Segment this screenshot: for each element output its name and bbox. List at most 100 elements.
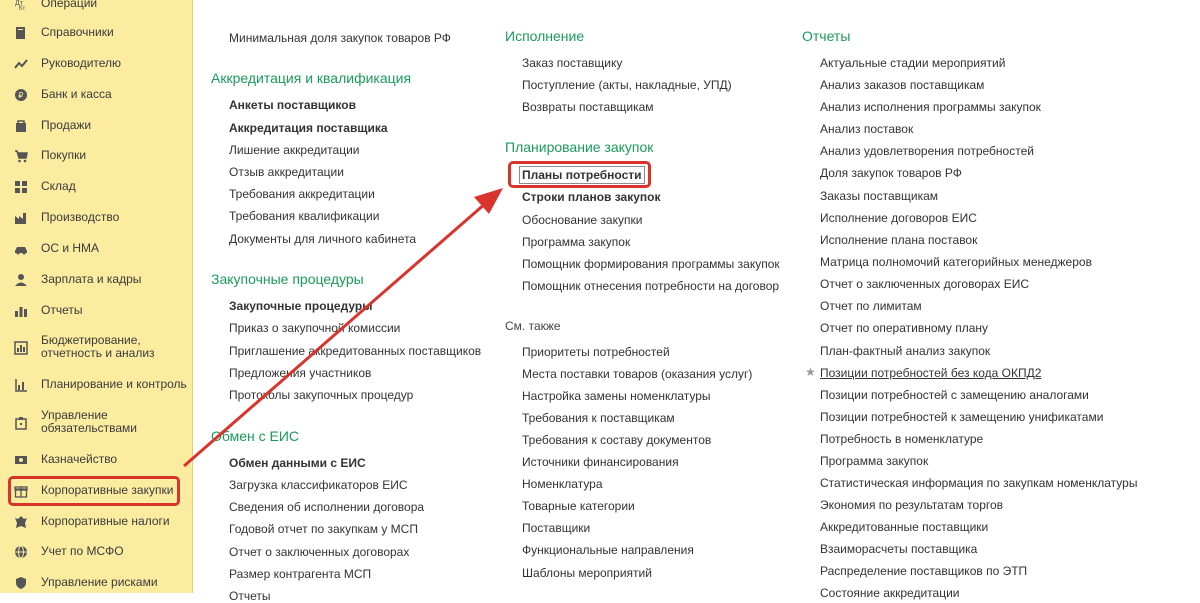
link-demand-priorities[interactable]: Приоритеты потребностей	[522, 345, 670, 359]
report-link[interactable]: Состояние аккредитации	[820, 586, 960, 600]
sidebar-item-operations[interactable]: Дт Кт Операции	[0, 0, 192, 11]
favorite-star-icon[interactable]: ★	[805, 365, 816, 379]
link-accreditation-deprivation[interactable]: Лишение аккредитации	[229, 143, 360, 157]
link-receipts[interactable]: Поступление (акты, накладные, УПД)	[522, 78, 732, 92]
link-product-categories[interactable]: Товарные категории	[522, 499, 635, 513]
report-link[interactable]: Анализ поставок	[820, 122, 913, 136]
link-accreditation-withdrawal[interactable]: Отзыв аккредитации	[229, 165, 344, 179]
sidebar-item-catalogs[interactable]: Справочники	[0, 26, 192, 40]
link-procedure-protocols[interactable]: Протоколы закупочных процедур	[229, 388, 413, 402]
link-participant-offers[interactable]: Предложения участников	[229, 366, 371, 380]
link-min-share-rf[interactable]: Минимальная доля закупок товаров РФ	[229, 31, 451, 45]
bar-chart-icon	[14, 304, 28, 318]
report-link[interactable]: Аккредитованные поставщики	[820, 520, 988, 534]
section-header-eis: Обмен с ЕИС	[211, 428, 300, 444]
link-reports-cut[interactable]: Отчеты	[229, 589, 270, 603]
sidebar-item-reports[interactable]: Отчеты	[0, 304, 192, 318]
report-link-favorite[interactable]: Позиции потребностей без кода ОКПД2	[820, 366, 1041, 380]
report-link[interactable]: Анализ удовлетворения потребностей	[820, 144, 1034, 158]
link-supplier-accreditation[interactable]: Аккредитация поставщика	[229, 121, 388, 135]
link-functional-areas[interactable]: Функциональные направления	[522, 543, 694, 557]
sidebar-item-purchases[interactable]: Покупки	[0, 149, 192, 163]
sidebar-item-label: Бюджетирование, отчетность и анализ	[41, 333, 155, 360]
link-program-wizard[interactable]: Помощник формирования программы закупок	[522, 257, 780, 271]
report-link[interactable]: Распределение поставщиков по ЭТП	[820, 564, 1027, 578]
sidebar-highlight-frame	[8, 476, 180, 506]
link-supplier-questionnaires[interactable]: Анкеты поставщиков	[229, 98, 356, 112]
link-document-requirements[interactable]: Требования к составу документов	[522, 433, 711, 447]
link-eis-classifiers[interactable]: Загрузка классификаторов ЕИС	[229, 478, 408, 492]
link-procurement-procedures[interactable]: Закупочные процедуры	[229, 299, 372, 313]
report-link[interactable]: Программа закупок	[820, 454, 928, 468]
link-purchase-program[interactable]: Программа закупок	[522, 235, 630, 249]
link-funding-sources[interactable]: Источники финансирования	[522, 455, 679, 469]
sidebar-item-production[interactable]: Производство	[0, 211, 192, 225]
sidebar-item-treasury[interactable]: Казначейство	[0, 453, 192, 467]
section-header-see-also: См. также	[505, 319, 561, 333]
report-link[interactable]: Матрица полномочий категорийных менеджер…	[820, 255, 1092, 269]
link-suppliers[interactable]: Поставщики	[522, 521, 590, 535]
globe-icon	[14, 545, 28, 559]
link-invite-accredited[interactable]: Приглашение аккредитованных поставщиков	[229, 344, 481, 358]
link-demand-contract-wizard[interactable]: Помощник отнесения потребности на догово…	[522, 279, 779, 293]
report-link[interactable]: Позиции потребностей с замещению аналога…	[820, 388, 1089, 402]
link-contract-execution[interactable]: Сведения об исполнении договора	[229, 500, 424, 514]
link-purchase-justification[interactable]: Обоснование закупки	[522, 213, 642, 227]
report-link[interactable]: Взаиморасчеты поставщика	[820, 542, 977, 556]
report-link[interactable]: Экономия по результатам торгов	[820, 498, 1003, 512]
sidebar-item-payroll[interactable]: Зарплата и кадры	[0, 273, 192, 287]
link-commission-order[interactable]: Приказ о закупочной комиссии	[229, 321, 400, 335]
link-delivery-places[interactable]: Места поставки товаров (оказания услуг)	[522, 367, 752, 381]
sidebar-item-manager[interactable]: Руководителю	[0, 57, 192, 71]
report-link[interactable]: Исполнение договоров ЕИС	[820, 211, 977, 225]
sidebar-item-label: Покупки	[41, 148, 87, 162]
shield-icon	[14, 576, 28, 590]
report-link[interactable]: Анализ заказов поставщикам	[820, 78, 984, 92]
sidebar-item-label: Руководителю	[41, 56, 122, 70]
link-plan-lines[interactable]: Строки планов закупок	[522, 190, 661, 204]
report-link[interactable]: Статистическая информация по закупкам но…	[820, 476, 1137, 490]
link-event-templates[interactable]: Шаблоны мероприятий	[522, 566, 652, 580]
sidebar-item-sales[interactable]: Продажи	[0, 119, 192, 133]
emblem-icon	[14, 515, 28, 529]
report-link[interactable]: Заказы поставщикам	[820, 189, 938, 203]
report-link[interactable]: Отчет по оперативному плану	[820, 321, 988, 335]
link-sme-size[interactable]: Размер контрагента МСП	[229, 567, 371, 581]
link-eis-exchange[interactable]: Обмен данными с ЕИС	[229, 456, 366, 470]
link-supplier-requirements[interactable]: Требования к поставщикам	[522, 411, 675, 425]
link-contracts-report[interactable]: Отчет о заключенных договорах	[229, 545, 409, 559]
sidebar-item-label: Планирование и контроль	[41, 377, 187, 391]
report-link[interactable]: Доля закупок товаров РФ	[820, 166, 962, 180]
sidebar-item-risk[interactable]: Управление рисками	[0, 576, 192, 590]
report-link[interactable]: Отчет по лимитам	[820, 299, 922, 313]
sidebar: Дт Кт Операции Справочники Руководителю ₽…	[0, 0, 193, 593]
sidebar-item-warehouse[interactable]: Склад	[0, 180, 192, 194]
sidebar-item-budgeting[interactable]: Бюджетирование, отчетность и анализ	[0, 334, 192, 360]
sidebar-item-label: ОС и НМА	[41, 241, 100, 255]
link-supplier-returns[interactable]: Возвраты поставщикам	[522, 100, 654, 114]
planning-icon	[14, 378, 28, 392]
sidebar-item-obligations[interactable]: Управление обязательствами	[0, 409, 192, 435]
sidebar-item-label: Производство	[41, 210, 120, 224]
link-qualification-requirements[interactable]: Требования квалификации	[229, 209, 379, 223]
link-nomenclature[interactable]: Номенклатура	[522, 477, 603, 491]
sidebar-item-fixed-assets[interactable]: ОС и НМА	[0, 242, 192, 256]
report-link[interactable]: Исполнение плана поставок	[820, 233, 977, 247]
report-link[interactable]: Отчет о заключенных договорах ЕИС	[820, 277, 1029, 291]
report-link[interactable]: План-фактный анализ закупок	[820, 344, 990, 358]
catalogs-icon	[14, 26, 28, 40]
svg-text:Кт: Кт	[19, 6, 25, 11]
link-supplier-order[interactable]: Заказ поставщику	[522, 56, 622, 70]
report-link[interactable]: Анализ исполнения программы закупок	[820, 100, 1041, 114]
report-link[interactable]: Актуальные стадии мероприятий	[820, 56, 1005, 70]
link-account-documents[interactable]: Документы для личного кабинета	[229, 232, 416, 246]
link-item-replacement[interactable]: Настройка замены номенклатуры	[522, 389, 711, 403]
report-link[interactable]: Потребность в номенклатуре	[820, 432, 983, 446]
report-link[interactable]: Позиции потребностей к замещению унифика…	[820, 410, 1103, 424]
sidebar-item-ifrs[interactable]: Учет по МСФО	[0, 545, 192, 559]
sidebar-item-bank[interactable]: ₽ Банк и касса	[0, 88, 192, 102]
sidebar-item-corporate-taxes[interactable]: Корпоративные налоги	[0, 515, 192, 529]
link-annual-sme-report[interactable]: Годовой отчет по закупкам у МСП	[229, 522, 418, 536]
sidebar-item-planning[interactable]: Планирование и контроль	[0, 378, 192, 392]
link-accreditation-requirements[interactable]: Требования аккредитации	[229, 187, 375, 201]
